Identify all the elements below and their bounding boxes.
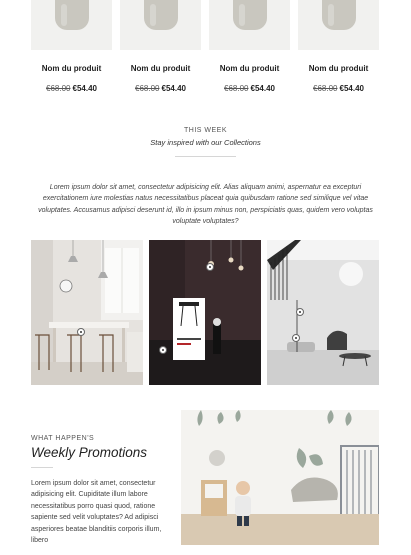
dining-room-illustration — [31, 240, 143, 385]
sale-price: €54.40 — [161, 84, 186, 93]
product-card[interactable]: Nom du produit €68.00 €54.40 — [31, 0, 112, 93]
section-subtitle: Stay inspired with our Collections — [150, 138, 261, 147]
divider — [31, 467, 53, 468]
sale-price: €54.40 — [339, 84, 364, 93]
section-eyebrow: THIS WEEK — [183, 127, 227, 134]
old-price: €68.00 — [135, 84, 160, 93]
hotspot-icon[interactable] — [296, 308, 304, 316]
product-price: €68.00 €54.40 — [209, 84, 290, 93]
hotspot-icon[interactable] — [292, 334, 300, 342]
old-price: €68.00 — [313, 84, 338, 93]
living-room-photo[interactable] — [267, 240, 379, 385]
studio-illustration — [149, 240, 261, 385]
product-image[interactable] — [298, 0, 379, 50]
product-name[interactable]: Nom du produit — [31, 64, 112, 73]
hotspot-icon[interactable] — [159, 346, 167, 354]
product-image[interactable] — [209, 0, 290, 50]
section-description: Lorem ipsum dolor sit amet, consectetur … — [38, 184, 373, 226]
old-price: €68.00 — [46, 84, 71, 93]
living-room-illustration — [267, 240, 379, 385]
hotspot-icon[interactable] — [206, 263, 214, 271]
vase-image — [55, 0, 89, 30]
product-price: €68.00 €54.40 — [31, 84, 112, 93]
nursery-photo[interactable] — [181, 410, 379, 545]
sale-price: €54.40 — [72, 84, 97, 93]
promo-description: Lorem ipsum dolor sit amet, consectetur … — [31, 480, 162, 545]
product-price: €68.00 €54.40 — [298, 84, 379, 93]
vase-image — [322, 0, 356, 30]
product-card[interactable]: Nom du produit €68.00 €54.40 — [120, 0, 201, 93]
old-price: €68.00 — [224, 84, 249, 93]
product-price: €68.00 €54.40 — [120, 84, 201, 93]
sale-price: €54.40 — [250, 84, 275, 93]
product-card[interactable]: Nom du produit €68.00 €54.40 — [209, 0, 290, 93]
nursery-illustration — [181, 410, 379, 545]
product-image[interactable] — [120, 0, 201, 50]
product-name[interactable]: Nom du produit — [120, 64, 201, 73]
product-card[interactable]: Nom du produit €68.00 €54.40 — [298, 0, 379, 93]
hotspot-icon[interactable] — [77, 328, 85, 336]
divider — [175, 156, 236, 157]
product-name[interactable]: Nom du produit — [298, 64, 379, 73]
promo-title: Weekly Promotions — [31, 445, 148, 460]
dark-studio-photo[interactable] — [149, 240, 261, 385]
vase-image — [233, 0, 267, 30]
vase-image — [144, 0, 178, 30]
product-image[interactable] — [31, 0, 112, 50]
product-name[interactable]: Nom du produit — [209, 64, 290, 73]
product-strip: Nom du produit €68.00 €54.40 Nom du produ… — [31, 0, 379, 100]
promo-eyebrow: WHAT HAPPEN'S — [31, 435, 95, 442]
dining-room-photo[interactable] — [31, 240, 143, 385]
